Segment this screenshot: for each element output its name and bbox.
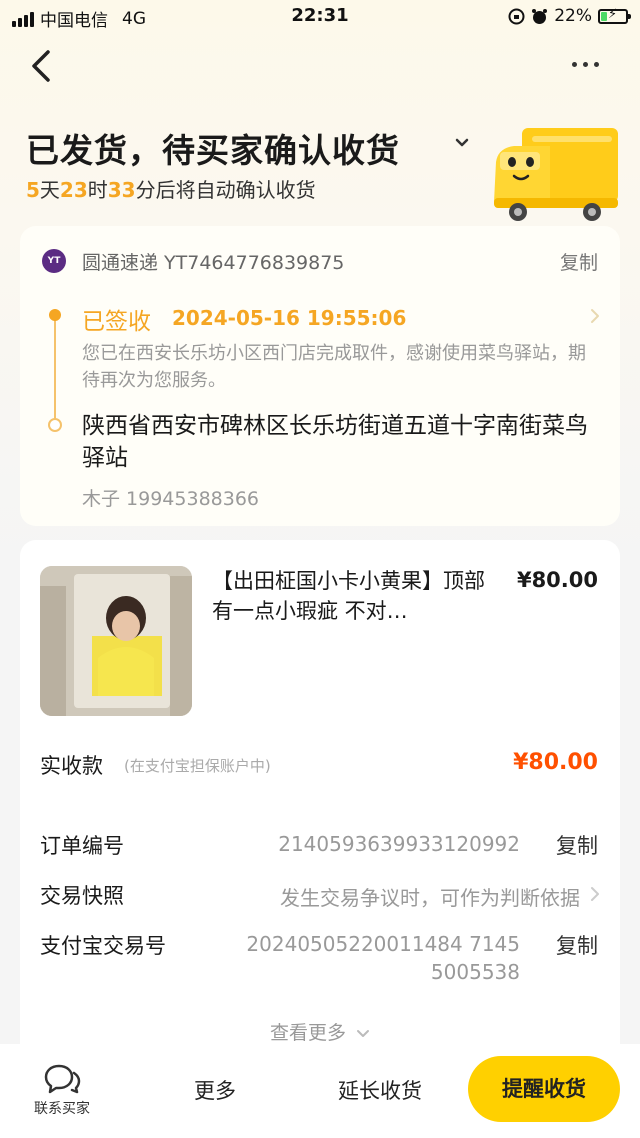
battery-icon: ⚡ [598,7,631,24]
paid-amount-value: ¥80.00 [513,750,598,775]
status-right: 22% ⚡ [508,6,631,26]
status-bar: 中国电信 4G 22:31 22% ⚡ [0,0,640,34]
snapshot-description[interactable]: 发生交易争议时，可作为判断依据 [280,882,580,911]
snapshot-label: 交易快照 [40,884,124,908]
product-photo-image [40,566,192,716]
timeline-dot-address [48,418,62,432]
logistics-card[interactable]: YT 圆通速递 YT7464776839875 复制 已签收 2024-05-1… [20,226,620,526]
countdown-suffix: 分后将自动确认收货 [135,178,316,202]
lock-rotation-icon [508,8,525,24]
back-arrow-icon[interactable] [28,48,56,84]
bottom-action-bar: 联系买家 更多 延长收货 提醒收货 [0,1044,640,1138]
courier-logo-icon: YT [42,249,66,273]
auto-confirm-countdown: 5天23时33分后将自动确认收货 [26,174,316,203]
copy-alipay-number-button[interactable]: 复制 [556,930,598,960]
view-more-label: 查看更多 [269,1022,346,1044]
product-thumbnail[interactable] [40,566,192,716]
product-title[interactable]: 【出田柾国小卡小黄果】顶部有一点小瑕疵 不对… [212,566,502,626]
paid-amount-label: 实收款 [40,754,103,778]
chevron-right-icon[interactable] [590,308,600,324]
timeline-line [54,316,56,426]
remind-receipt-button[interactable]: 提醒收货 [468,1056,620,1122]
courier-tracking-number: 圆通速递 YT7464776839875 [82,252,345,274]
countdown-hours-unit: 时 [87,178,108,202]
view-more-chevron-icon [357,1030,370,1037]
delivery-address: 陕西省西安市碑林区长乐坊街道五道十字南街菜鸟驿站 [82,413,588,471]
timeline-dot-active [49,309,61,321]
contact-buyer-button[interactable]: 联系买家 [22,1062,102,1118]
page-title: 已发货，待买家确认收货 [26,131,400,170]
recipient-info: 木子 19945388366 [82,488,260,510]
alipay-number-line1: 20240505220011484 7145 [246,932,520,956]
contact-buyer-label: 联系买家 [34,1101,90,1117]
countdown-hours: 23 [59,178,88,202]
battery-percent: 22% [554,6,592,26]
more-options-icon[interactable] [572,56,608,72]
more-button[interactable]: 更多 [150,1066,280,1116]
extend-receipt-button[interactable]: 延长收货 [318,1066,442,1116]
alipay-number-line2: 5005538 [430,960,520,984]
order-card: 【出田柾国小卡小黄果】顶部有一点小瑕疵 不对… ¥80.00 实收款 (在支付宝… [20,540,620,1060]
delivery-time: 2024-05-16 19:55:06 [172,306,407,330]
paid-amount-note: (在支付宝担保账户中) [124,757,271,775]
countdown-minutes: 33 [107,178,136,202]
copy-order-number-button[interactable]: 复制 [556,830,598,860]
order-number-label: 订单编号 [40,834,124,858]
product-price: ¥80.00 [516,568,598,592]
pickup-description: 您已在西安长乐坊小区西门店完成取件，感谢使用菜鸟驿站，期待再次为您服务。 [82,343,586,391]
view-more-button[interactable]: 查看更多 [20,1018,620,1045]
delivery-truck-illustration [494,128,618,221]
snapshot-chevron-icon[interactable] [590,886,600,902]
chevron-down-icon[interactable] [454,136,470,150]
copy-tracking-button[interactable]: 复制 [560,248,598,275]
alipay-number-label: 支付宝交易号 [40,934,166,958]
alarm-icon [532,8,548,24]
order-number-value: 2140593639933120992 [278,832,520,856]
delivery-status: 已签收 [82,309,151,335]
countdown-days: 5 [26,178,40,202]
countdown-days-unit: 天 [39,178,60,202]
chat-bubble-icon [44,1064,81,1094]
